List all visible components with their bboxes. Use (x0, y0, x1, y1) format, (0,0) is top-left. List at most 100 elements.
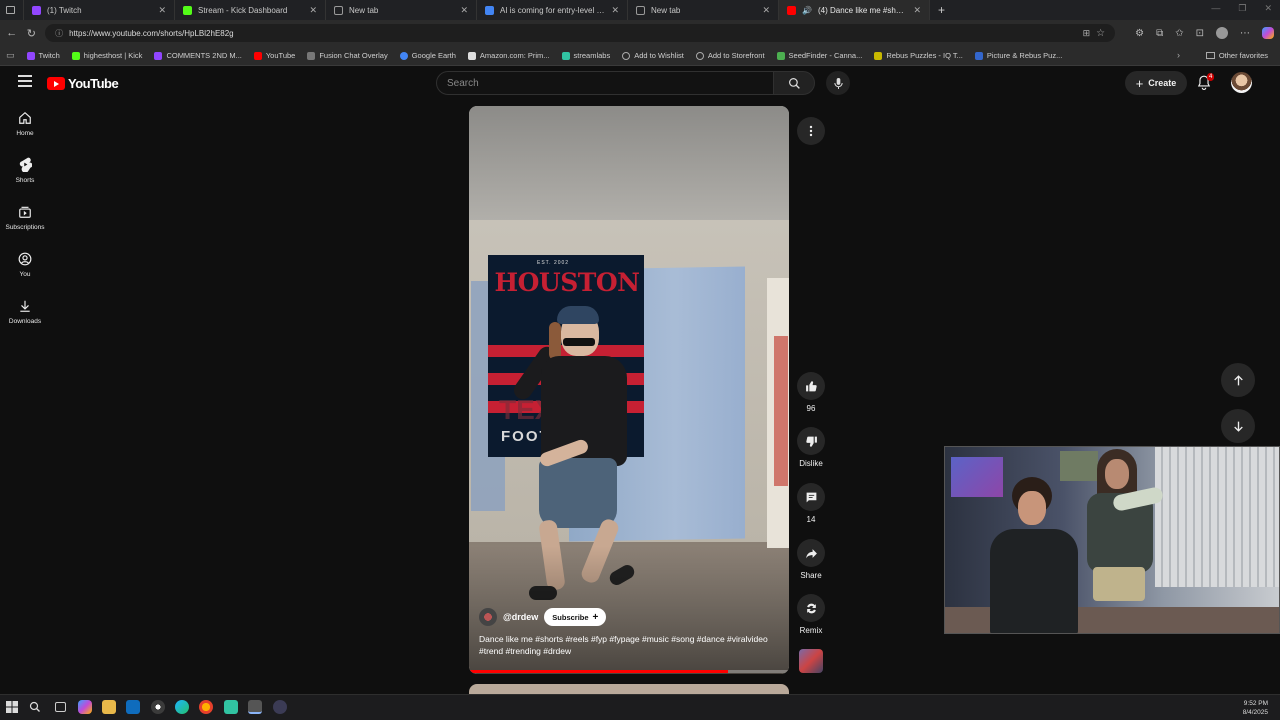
minimize-icon[interactable]: — (1211, 3, 1220, 14)
obs-icon[interactable] (151, 700, 165, 714)
extensions-icon[interactable]: ⚙ (1135, 28, 1144, 39)
refresh-icon[interactable]: ↻ (26, 27, 38, 40)
close-icon[interactable]: ✕ (611, 5, 619, 16)
close-icon[interactable]: ✕ (913, 5, 921, 16)
reading-icon[interactable]: ▭ (6, 50, 15, 61)
edge-icon[interactable] (175, 700, 189, 714)
outlook-icon[interactable] (126, 700, 140, 714)
puzzle-icon (874, 51, 883, 60)
file-explorer-icon[interactable] (102, 700, 116, 714)
browser-tab-strip: (1) Twitch ✕ Stream - Kick Dashboard ✕ N… (0, 0, 1280, 20)
bookmark-item[interactable]: highesthost | Kick (71, 51, 142, 60)
favorite-star-icon[interactable]: ☆ (1096, 28, 1105, 39)
overlay-icon (307, 51, 316, 60)
sidebar-item-subscriptions[interactable]: Subscriptions (0, 194, 50, 241)
video-progress-bar[interactable] (469, 670, 789, 673)
bookmark-item[interactable]: Rebus Puzzles - IQ T... (874, 51, 963, 60)
globe-icon (695, 51, 704, 60)
audio-playing-icon[interactable]: 🔊 (802, 6, 812, 15)
bookmark-item[interactable]: Twitch (26, 51, 60, 60)
bookmark-item[interactable]: Add to Storefront (695, 51, 765, 60)
profile-icon[interactable] (1215, 27, 1228, 39)
chevron-right-icon[interactable]: › (1177, 50, 1180, 60)
short-video-player[interactable]: EST. 2002 HOUSTON TEXANS FOOTBALL @drdew… (469, 106, 789, 674)
close-window-icon[interactable]: ✕ (1264, 3, 1272, 14)
close-icon[interactable]: ✕ (309, 5, 317, 16)
tab-title: New tab (349, 5, 379, 15)
next-short-button[interactable] (1221, 409, 1255, 443)
bookmark-label: YouTube (265, 51, 296, 60)
youtube-logo[interactable]: YouTube (47, 76, 119, 91)
dislike-button[interactable]: Dislike (794, 427, 828, 468)
tab-0[interactable]: (1) Twitch ✕ (24, 0, 175, 20)
bookmark-item[interactable]: COMMENTS 2ND M... (154, 51, 242, 60)
create-button[interactable]: + Create (1125, 71, 1187, 95)
video-caption[interactable]: Dance like me #shorts #reels #fyp #fypag… (479, 633, 769, 657)
close-icon[interactable]: ✕ (762, 5, 770, 16)
search-button[interactable] (773, 71, 815, 95)
streamlabs-taskbar-icon[interactable] (224, 700, 238, 714)
bookmark-item[interactable]: Picture & Rebus Puz... (974, 51, 1062, 60)
firefox-icon[interactable] (199, 700, 213, 714)
copilot-taskbar-icon[interactable] (78, 700, 92, 714)
copilot-icon[interactable] (1261, 27, 1274, 39)
account-avatar[interactable] (1231, 72, 1252, 93)
new-tab-button[interactable]: + (930, 3, 953, 17)
url-field[interactable]: ⓘ https://www.youtube.com/shorts/HpLBl2h… (45, 24, 1116, 42)
task-view-button[interactable] (53, 700, 67, 714)
settings-more-icon[interactable]: ⋯ (1240, 28, 1250, 39)
close-icon[interactable]: ✕ (460, 5, 468, 16)
taskbar-search-button[interactable] (29, 700, 43, 714)
bookmark-item[interactable]: Google Earth (399, 51, 456, 60)
bookmark-item[interactable]: Add to Wishlist (622, 51, 684, 60)
app-icon[interactable] (273, 700, 287, 714)
favorites-icon[interactable]: ✩ (1175, 28, 1183, 39)
tab-4[interactable]: New tab ✕ (628, 0, 779, 20)
sidebar-item-home[interactable]: Home (0, 100, 50, 147)
tab-actions-button[interactable] (0, 0, 24, 20)
previous-short-button[interactable] (1221, 363, 1255, 397)
tab-3[interactable]: AI is coming for entry-level jobs ✕ (477, 0, 628, 20)
subscribe-button[interactable]: Subscribe + (544, 608, 607, 626)
close-icon[interactable]: ✕ (158, 5, 166, 16)
sidebar-item-you[interactable]: You (0, 241, 50, 288)
remix-button[interactable]: Remix (794, 594, 828, 635)
menu-icon[interactable] (18, 75, 32, 87)
comments-circle (797, 483, 825, 511)
kick-icon (71, 51, 80, 60)
share-button[interactable]: Share (794, 539, 828, 580)
collections-icon[interactable]: ⊡ (1196, 28, 1204, 39)
twitch-icon (26, 51, 35, 60)
sidebar-item-shorts[interactable]: Shorts (0, 147, 50, 194)
start-button[interactable] (6, 700, 20, 714)
bookmark-item[interactable]: YouTube (253, 51, 296, 60)
app-available-icon[interactable]: ⊞ (1083, 28, 1091, 39)
more-options-button[interactable] (797, 117, 825, 145)
shorts-icon (19, 157, 32, 172)
bookmark-item[interactable]: SeedFinder - Canna... (776, 51, 862, 60)
like-button[interactable]: 96 (794, 372, 828, 413)
channel-avatar[interactable] (479, 608, 497, 626)
dancer-hair (549, 322, 561, 360)
chrome-active-icon[interactable] (248, 700, 262, 714)
search-input[interactable]: Search (436, 71, 774, 95)
taskbar-clock[interactable]: 9:52 PM 8/4/2025 (1243, 699, 1268, 717)
voice-search-button[interactable] (826, 71, 850, 95)
maximize-icon[interactable]: ❐ (1238, 3, 1246, 14)
bookmark-item[interactable]: Fusion Chat Overlay (307, 51, 388, 60)
split-screen-icon[interactable]: ⧉ (1156, 28, 1163, 39)
channel-name[interactable]: @drdew (503, 612, 538, 622)
bookmark-label: Google Earth (411, 51, 456, 60)
you-icon (18, 252, 32, 265)
sound-thumbnail[interactable] (799, 649, 823, 673)
site-info-icon[interactable]: ⓘ (55, 28, 63, 39)
tab-1[interactable]: Stream - Kick Dashboard ✕ (175, 0, 326, 20)
tab-5-active[interactable]: 🔊 (4) Dance like me #shorts # ✕ (779, 0, 930, 20)
bookmark-item[interactable]: Amazon.com: Prim... (467, 51, 550, 60)
back-icon[interactable]: ← (6, 27, 18, 39)
sidebar-item-downloads[interactable]: Downloads (0, 288, 50, 335)
comments-button[interactable]: 14 (794, 483, 828, 524)
bookmark-item[interactable]: streamlabs (561, 51, 610, 60)
other-favorites[interactable]: Other favorites (1205, 51, 1268, 60)
tab-2[interactable]: New tab ✕ (326, 0, 477, 20)
